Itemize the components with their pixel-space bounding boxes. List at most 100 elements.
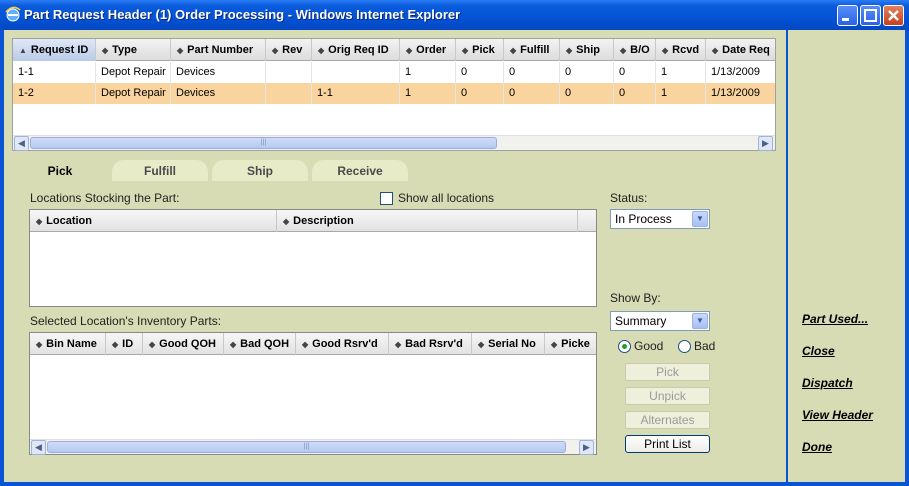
minimize-icon (842, 18, 849, 21)
col-type[interactable]: ◆ Type (96, 39, 171, 61)
col-good-qoh[interactable]: ◆ Good QOH (143, 333, 224, 355)
minimize-button[interactable] (837, 5, 858, 26)
show-all-label: Show all locations (398, 191, 495, 205)
locations-grid: ◆ Location ◆ Description (29, 209, 597, 307)
col-pick[interactable]: ◆ Pick (456, 39, 504, 61)
col-request-id[interactable]: ▲ Request ID (13, 39, 96, 61)
pick-button[interactable]: Pick (625, 363, 710, 381)
status-label: Status: (610, 191, 648, 205)
sort-asc-icon: ▲ (19, 46, 27, 55)
tab-ship[interactable]: Ship (212, 160, 308, 182)
col-orig-req-id[interactable]: ◆ Orig Req ID (312, 39, 400, 61)
col-serial-no[interactable]: ◆ Serial No (472, 333, 545, 355)
tab-receive[interactable]: Receive (312, 160, 408, 182)
unpick-button[interactable]: Unpick (625, 387, 710, 405)
cell-orig-req-id (312, 62, 400, 83)
ie-icon (5, 6, 21, 22)
close-link[interactable]: Close (802, 344, 835, 358)
sort-icon: ◆ (230, 340, 237, 349)
radio-bad[interactable] (678, 340, 691, 353)
col-picked[interactable]: ◆ Picke (545, 333, 596, 355)
col-ship[interactable]: ◆ Ship (560, 39, 614, 61)
maximize-button[interactable] (860, 5, 881, 26)
show-all-checkbox[interactable] (380, 192, 393, 205)
col-fulfill[interactable]: ◆ Fulfill (504, 39, 560, 61)
col-date-req[interactable]: ◆ Date Req (706, 39, 777, 61)
cell-part-number: Devices (171, 83, 266, 104)
inventory-label: Selected Location's Inventory Parts: (30, 314, 222, 328)
cell-bo: 0 (614, 62, 656, 83)
cell-pick: 0 (456, 83, 504, 104)
sort-icon: ◆ (478, 340, 485, 349)
chevron-down-icon: ▼ (692, 211, 708, 227)
cell-ship: 0 (560, 83, 614, 104)
col-good-rsrvd[interactable]: ◆ Good Rsrv'd (296, 333, 389, 355)
col-location[interactable]: ◆ Location (30, 210, 277, 232)
col-bad-qoh[interactable]: ◆ Bad QOH (224, 333, 296, 355)
inventory-grid: ◆ Bin Name ◆ ID ◆ Good QOH ◆ Bad QOH ◆ Good R… (29, 332, 597, 455)
sort-icon: ◆ (149, 340, 156, 349)
col-bad-rsrvd[interactable]: ◆ Bad Rsrv'd (389, 333, 472, 355)
cell-ship: 0 (560, 62, 614, 83)
sort-icon: ◆ (302, 340, 309, 349)
sort-icon: ◆ (462, 46, 469, 55)
col-bin-name[interactable]: ◆ Bin Name (30, 333, 106, 355)
status-value: In Process (615, 212, 672, 226)
radio-good[interactable] (618, 340, 631, 353)
main-panel: ▲ Request ID ◆ Type ◆ Part Number ◆ Rev ◆ Ori… (4, 30, 786, 482)
part-used-link[interactable]: Part Used... (802, 312, 868, 326)
print-list-button[interactable]: Print List (625, 435, 710, 453)
sort-icon: ◆ (551, 340, 558, 349)
sort-icon: ◆ (272, 46, 279, 55)
radio-bad-label: Bad (694, 339, 716, 353)
inventory-grid-scrollbar[interactable]: ◀ ||| ▶ (30, 439, 596, 455)
cell-pick: 0 (456, 62, 504, 83)
cell-order: 1 (400, 83, 456, 104)
title-bar[interactable]: Part Request Header (1) Order Processing… (0, 0, 909, 30)
request-grid-scrollbar[interactable]: ◀ ||| ▶ (13, 135, 775, 151)
view-header-link[interactable]: View Header (802, 408, 873, 422)
chevron-down-icon: ▼ (692, 313, 708, 329)
sort-icon: ◆ (283, 217, 290, 226)
maximize-icon (864, 9, 877, 22)
close-icon (888, 10, 899, 21)
col-bo[interactable]: ◆ B/O (614, 39, 656, 61)
alternates-button[interactable]: Alternates (625, 411, 710, 429)
done-link[interactable]: Done (802, 440, 832, 454)
scroll-left-icon[interactable]: ◀ (14, 136, 29, 151)
cell-rcvd: 1 (656, 83, 706, 104)
cell-type: Depot Repair (96, 83, 171, 104)
scroll-thumb[interactable]: ||| (30, 137, 497, 149)
table-row[interactable]: 1-1 Depot Repair Devices 1 0 0 0 0 1 1/1… (13, 62, 775, 83)
sort-icon: ◆ (510, 46, 517, 55)
table-row-selected[interactable]: 1-2 Depot Repair Devices 1-1 1 0 0 0 0 1… (13, 83, 775, 104)
sort-icon: ◆ (620, 46, 627, 55)
sort-icon: ◆ (36, 340, 43, 349)
cell-rev (266, 83, 312, 104)
col-id[interactable]: ◆ ID (106, 333, 143, 355)
browser-window: Part Request Header (1) Order Processing… (0, 0, 909, 486)
dispatch-link[interactable]: Dispatch (802, 376, 853, 390)
scroll-left-icon[interactable]: ◀ (31, 440, 46, 455)
status-select[interactable]: In Process ▼ (610, 209, 710, 229)
show-by-select[interactable]: Summary ▼ (610, 311, 710, 331)
tab-fulfill[interactable]: Fulfill (112, 160, 208, 182)
request-grid-header: ▲ Request ID ◆ Type ◆ Part Number ◆ Rev ◆ Ori… (13, 39, 775, 61)
cell-request-id: 1-2 (13, 83, 96, 104)
scroll-right-icon[interactable]: ▶ (758, 136, 773, 151)
cell-request-id: 1-1 (13, 62, 96, 83)
col-order[interactable]: ◆ Order (400, 39, 456, 61)
request-grid: ▲ Request ID ◆ Type ◆ Part Number ◆ Rev ◆ Ori… (12, 38, 776, 151)
col-rcvd[interactable]: ◆ Rcvd (656, 39, 706, 61)
col-description[interactable]: ◆ Description (277, 210, 578, 232)
tab-pick[interactable]: Pick (12, 160, 108, 182)
cell-order: 1 (400, 62, 456, 83)
scroll-right-icon[interactable]: ▶ (579, 440, 594, 455)
col-part-number[interactable]: ◆ Part Number (171, 39, 266, 61)
inventory-grid-header: ◆ Bin Name ◆ ID ◆ Good QOH ◆ Bad QOH ◆ Good R… (30, 333, 596, 355)
cell-type: Depot Repair (96, 62, 171, 83)
close-button[interactable] (883, 5, 904, 26)
scroll-thumb[interactable]: ||| (47, 441, 566, 453)
locations-label: Locations Stocking the Part: (30, 191, 180, 205)
col-rev[interactable]: ◆ Rev (266, 39, 312, 61)
